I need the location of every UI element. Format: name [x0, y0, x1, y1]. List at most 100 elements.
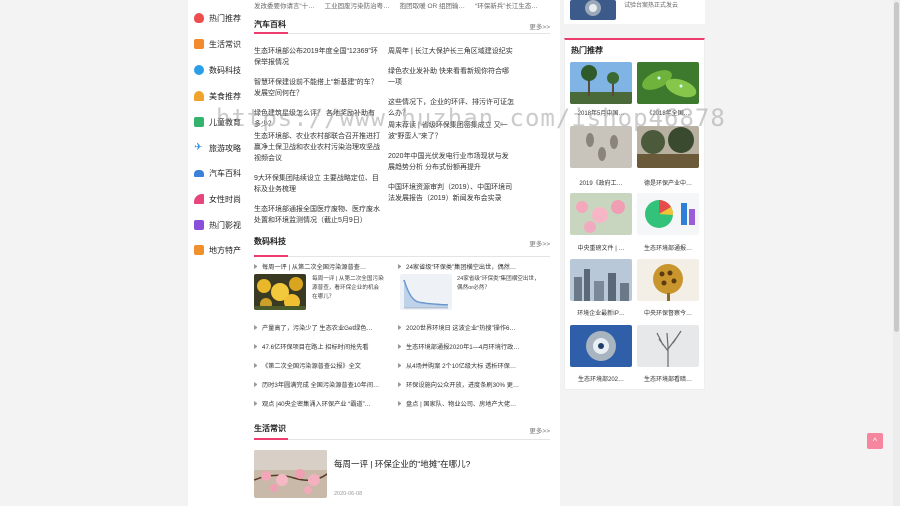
- more-link-auto[interactable]: 更多>>: [529, 21, 550, 31]
- blossom-thumb[interactable]: [570, 193, 632, 235]
- hot-panel-title: 热门推荐: [571, 46, 603, 55]
- education-icon: [194, 117, 204, 127]
- article-link[interactable]: 周周年 | 长江大保护长三角区域建设纪实: [388, 46, 514, 57]
- grid-caption[interactable]: 德是环保产业中…: [637, 178, 699, 187]
- sidebar-item-auto[interactable]: 汽车百科: [194, 166, 241, 180]
- section-underline: [254, 255, 288, 257]
- section-divider: [254, 439, 550, 440]
- grid-caption[interactable]: 生态环境部202…: [570, 374, 632, 383]
- bullet-icon: [254, 325, 258, 330]
- featured-thumbnail-chart[interactable]: [400, 274, 452, 310]
- featured-headline-right[interactable]: 24家省级“环保类”集团横空出世，偶然…: [398, 262, 542, 271]
- sidebar-item-life[interactable]: 生活常识: [194, 37, 241, 51]
- article-link[interactable]: 生态环境部、农业农村部联合召开推进打赢净土保卫战和农业农村污染治理攻坚战视频会议: [254, 131, 380, 164]
- article-link[interactable]: 绿色农业发补助 快来看看新规你符合哪一项: [388, 66, 514, 88]
- list-item[interactable]: 从4场并购案 2个10亿级大标 透析环保…: [398, 361, 542, 370]
- bullet-icon: [398, 363, 402, 368]
- grid-caption[interactable]: 中央环保督察今…: [637, 308, 699, 317]
- bare-tree-thumb[interactable]: [637, 325, 699, 367]
- sidebar-item-food[interactable]: 美食推荐: [194, 89, 241, 103]
- section-underline: [254, 438, 288, 440]
- plane-icon: ✈: [194, 142, 203, 153]
- bullet-icon: [398, 344, 402, 349]
- top-strip-link[interactable]: “环保新兵”长江生态…: [475, 0, 538, 10]
- top-card-caption[interactable]: 试验台案热正式发云: [624, 0, 678, 9]
- article-link[interactable]: 生态环境部通报全国医疗废物、医疗废水处置和环境监测情况（截止5月9日）: [254, 204, 380, 226]
- list-item[interactable]: 历时3年圆满完成 全国污染源普查10年间…: [254, 380, 398, 389]
- grid-caption[interactable]: 生态环境部通报…: [637, 243, 699, 252]
- list-item[interactable]: 生态环境部通报2020年1—4月环境行政…: [398, 342, 542, 351]
- featured-headline-left[interactable]: 每周一评 | 从第二次全国污染源普查…: [254, 262, 398, 271]
- arrow-up-icon: ^: [872, 436, 878, 446]
- palm-tree-thumb[interactable]: [570, 62, 632, 104]
- sidebar-item-label: 热门推荐: [209, 13, 241, 23]
- article-thumbnail-blossom[interactable]: [254, 450, 327, 498]
- article-link[interactable]: 智慧环保建设前不能搭上“新基建”的车？ 发展空间何在？: [254, 77, 380, 99]
- top-strip-link[interactable]: 发改委要你请言“十…: [254, 0, 315, 10]
- bullet-icon: [254, 382, 258, 387]
- watermark-text: https://www.huzhan.com/ishop46878: [216, 104, 726, 132]
- article-title-link[interactable]: 每周一评 | 环保企业的“地摊”在哪儿?: [334, 458, 470, 470]
- top-card-thumbnail[interactable]: [570, 0, 616, 20]
- list-item[interactable]: 47.6亿环保项目在路上 招标时间抢先看: [254, 342, 398, 351]
- heels-icon: [194, 194, 204, 204]
- more-link-digital[interactable]: 更多>>: [529, 238, 550, 248]
- sidebar-item-digital[interactable]: 数码科技: [194, 63, 241, 77]
- car-icon: [194, 169, 204, 177]
- sidebar-item-video[interactable]: 热门影视: [194, 218, 241, 232]
- sidebar-item-label: 生活常识: [209, 39, 241, 49]
- city-thumb[interactable]: [570, 259, 632, 301]
- grid-caption[interactable]: 2019《政府工…: [570, 178, 632, 187]
- featured-thumbnail-flowers[interactable]: [254, 274, 306, 310]
- bullet-icon: [398, 264, 402, 269]
- sidebar-item-local[interactable]: 地方特产: [194, 243, 241, 257]
- top-strip-link[interactable]: 抱团取暖 OR 组团输…: [400, 0, 465, 10]
- list-item[interactable]: 环保设施向公众开放，进度条刷30% 更…: [398, 380, 542, 389]
- section-divider: [254, 33, 550, 34]
- trees-thumb[interactable]: [637, 126, 699, 168]
- article-link[interactable]: 中国环境资源审判（2019）、中国环境司法发展报告（2019）新闻发布会实录: [388, 182, 514, 204]
- bullet-icon: [254, 344, 258, 349]
- food-icon: [194, 91, 204, 101]
- section-title-digital: 数码科技: [254, 237, 286, 246]
- top-strip-link[interactable]: 工业固废污染防治粤…: [325, 0, 390, 10]
- article-link[interactable]: 2020年中国光伏发电行业市场现状与发展趋势分析 分布式份额再提升: [388, 151, 514, 173]
- list-item[interactable]: 观点 |40央企密集涌入环保产业 “霸道”…: [254, 399, 398, 408]
- list-item[interactable]: 盘点 | 国家队、物业公司、房地产大佬…: [398, 399, 542, 408]
- grid-caption[interactable]: 环境企业最新IP…: [570, 308, 632, 317]
- sidebar-item-fashion[interactable]: 女性时尚: [194, 192, 241, 206]
- chart-thumb[interactable]: [637, 193, 699, 235]
- article-link[interactable]: 生态环境部公布2019年度全国“12369”环保举报情况: [254, 46, 380, 68]
- sidebar-item-label: 旅游攻略: [209, 143, 241, 153]
- grid-caption[interactable]: 生态环境部看暗…: [637, 374, 699, 383]
- video-icon: [194, 220, 204, 230]
- scrollbar-thumb[interactable]: [894, 2, 899, 332]
- sidebar-item-label: 数码科技: [209, 65, 241, 75]
- bullet-icon: [398, 382, 402, 387]
- list-item[interactable]: 2020世界环境日 这波企业“热搜”操作6…: [398, 323, 542, 332]
- list-item[interactable]: 产量高了，污染少了 生态农业Get绿色…: [254, 323, 398, 332]
- life-icon: [194, 39, 204, 49]
- section-title-life: 生活常识: [254, 424, 286, 433]
- sidebar-item-hot[interactable]: 热门推荐: [194, 11, 241, 25]
- grid-caption[interactable]: 中央重磅文件 | …: [570, 243, 632, 252]
- article-link[interactable]: 9大环保集团陆续设立 主要战略定位、目标及业务梳理: [254, 173, 380, 195]
- fire-icon: [194, 13, 204, 23]
- sidebar-item-label: 美食推荐: [209, 91, 241, 101]
- featured-caption-right: 24家省级“环保类”集团横空出世，偶然or必然？: [457, 276, 540, 291]
- featured-caption-left: 每周一评 | 从第二次全国污染源普查，看环保企业的机会在哪儿？: [312, 276, 384, 300]
- sidebar-item-label: 汽车百科: [209, 168, 241, 178]
- lotus-thumb[interactable]: [637, 259, 699, 301]
- pipe-thumb[interactable]: [570, 325, 632, 367]
- leaf-thumb[interactable]: [637, 62, 699, 104]
- back-to-top-button[interactable]: ^: [867, 433, 883, 449]
- footprints-thumb[interactable]: [570, 126, 632, 168]
- section-underline: [254, 32, 288, 34]
- section-divider: [254, 256, 550, 257]
- more-link-life[interactable]: 更多>>: [529, 425, 550, 435]
- list-item[interactable]: 《第二次全国污染源普查公报》全文: [254, 361, 398, 370]
- page-scrollbar[interactable]: [893, 0, 900, 506]
- right-top-card: 试验台案热正式发云: [564, 0, 705, 24]
- main-content: 发改委要你请言“十… 工业固废污染防治粤… 抱团取暖 OR 组团输… “环保新兵…: [244, 0, 560, 506]
- sidebar-item-travel[interactable]: ✈ 旅游攻略: [194, 141, 241, 155]
